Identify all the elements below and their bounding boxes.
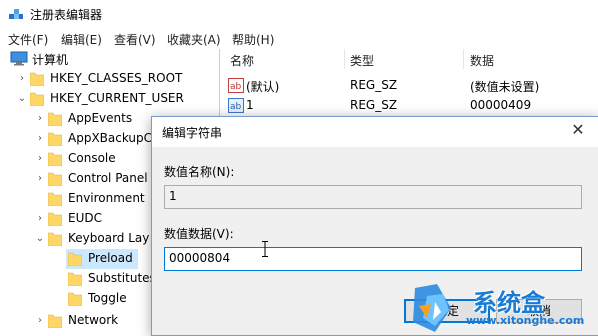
chevron-right-icon[interactable]: ›: [16, 71, 28, 87]
menu-favorites[interactable]: 收藏夹(A): [167, 31, 221, 48]
value-data-label: 数值数据(V):: [164, 227, 234, 241]
string-value-icon: ab: [228, 98, 244, 113]
dialog-title: 编辑字符串: [162, 126, 223, 140]
chevron-down-icon[interactable]: ⌄: [16, 91, 28, 107]
tree-item-label: AppXBackupC: [68, 131, 153, 145]
value-type: REG_SZ: [350, 78, 398, 92]
table-row[interactable]: ab (默认) REG_SZ (数值未设置): [220, 76, 598, 96]
folder-icon: [48, 132, 62, 146]
value-name-label: 数值名称(N):: [164, 165, 235, 179]
text-cursor-icon: [262, 241, 268, 257]
folder-icon: [48, 152, 62, 166]
tree-item-label: Substitutes: [88, 271, 156, 285]
folder-icon: [68, 272, 82, 286]
menu-bar: 文件(F) 编辑(E) 查看(V) 收藏夹(A) 帮助(H): [0, 28, 598, 48]
svg-text:ab: ab: [230, 102, 242, 112]
column-divider[interactable]: [463, 49, 464, 69]
tree-item-label: Environment: [68, 191, 145, 205]
tree-item-label: Toggle: [88, 291, 127, 305]
tree-item-label: 计算机: [32, 53, 69, 67]
chevron-right-icon[interactable]: ›: [34, 171, 46, 187]
regedit-app-icon: [9, 9, 23, 19]
folder-icon: [48, 314, 62, 328]
title-bar: 注册表编辑器: [0, 0, 598, 28]
value-data: (数值未设置): [470, 80, 540, 94]
close-icon[interactable]: ✕: [567, 119, 589, 141]
folder-icon: [48, 212, 62, 226]
menu-edit[interactable]: 编辑(E): [61, 31, 102, 48]
folder-icon: [48, 192, 62, 206]
folder-icon: [30, 72, 44, 86]
chevron-right-icon[interactable]: ›: [34, 151, 46, 167]
folder-icon: [68, 252, 82, 266]
watermark-brand: 系统盒: [473, 289, 545, 317]
string-value-icon: ab: [228, 78, 244, 93]
menu-file[interactable]: 文件(F): [8, 31, 48, 48]
menu-view[interactable]: 查看(V): [114, 31, 156, 48]
folder-icon: [68, 292, 82, 306]
column-divider[interactable]: [344, 49, 345, 69]
watermark-url: www.xitonghe.com: [466, 314, 585, 327]
value-name-field[interactable]: 1: [164, 185, 582, 209]
value-data-input[interactable]: 00000804: [164, 247, 582, 271]
tree-item-label: Control Panel: [68, 171, 148, 185]
tree-item-label: Keyboard Lay: [68, 231, 150, 245]
list-header: 名称 类型 数据: [220, 49, 598, 69]
tree-item-label: HKEY_CLASSES_ROOT: [50, 71, 183, 85]
tree-item-label: Network: [68, 313, 119, 327]
computer-icon: [10, 51, 28, 66]
value-type: REG_SZ: [350, 98, 398, 112]
chevron-right-icon[interactable]: ›: [34, 313, 46, 329]
column-header-name[interactable]: 名称: [230, 52, 254, 69]
table-row[interactable]: ab 1 REG_SZ 00000409: [220, 96, 598, 116]
folder-icon: [48, 112, 62, 126]
folder-icon: [30, 92, 44, 106]
chevron-right-icon[interactable]: ›: [34, 111, 46, 127]
value-data-text: 00000804: [169, 251, 231, 265]
folder-icon: [48, 172, 62, 186]
window-title: 注册表编辑器: [30, 8, 103, 22]
menu-help[interactable]: 帮助(H): [232, 31, 274, 48]
chevron-right-icon[interactable]: ›: [34, 211, 46, 227]
tree-item-label: HKEY_CURRENT_USER: [50, 91, 184, 105]
tree-item-label: EUDC: [68, 211, 102, 225]
svg-text:ab: ab: [230, 82, 242, 92]
tree-item-label: Console: [68, 151, 116, 165]
chevron-down-icon[interactable]: ⌄: [34, 231, 46, 247]
column-header-data[interactable]: 数据: [470, 52, 494, 69]
value-data: 00000409: [470, 98, 532, 112]
value-name: 1: [246, 98, 254, 112]
folder-icon: [48, 232, 62, 246]
tree-item-label: AppEvents: [68, 111, 133, 125]
chevron-right-icon[interactable]: ›: [34, 131, 46, 147]
value-name: (默认): [246, 80, 280, 94]
column-header-type[interactable]: 类型: [350, 52, 374, 69]
tree-item-label: Preload: [88, 251, 133, 265]
